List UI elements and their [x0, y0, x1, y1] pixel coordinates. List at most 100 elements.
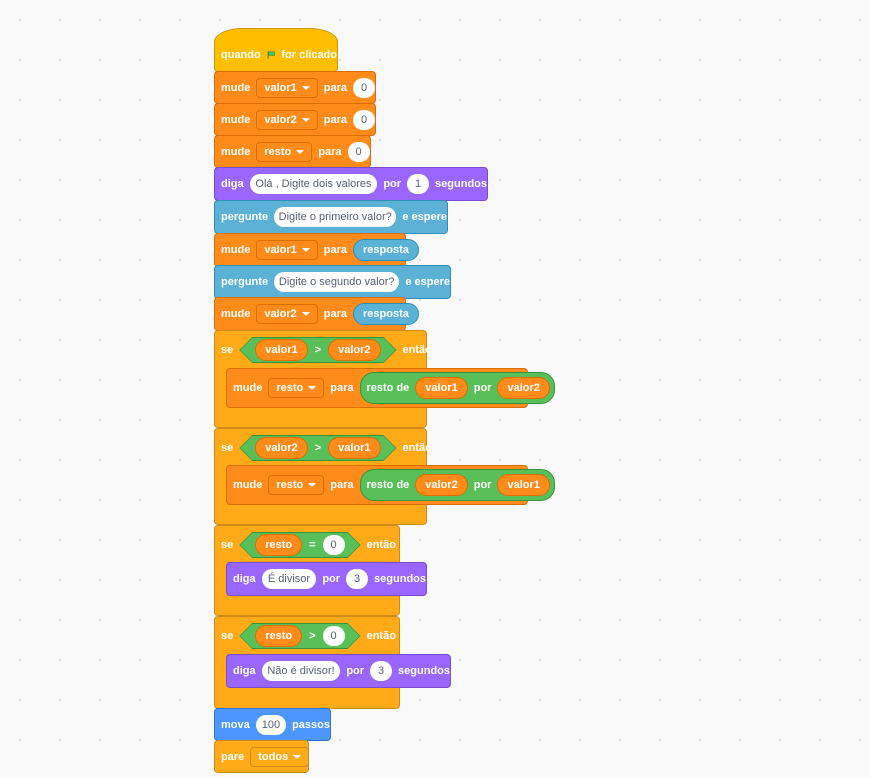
message-input[interactable]: Não é divisor! [261, 661, 341, 681]
variable-reporter[interactable]: valor1 [255, 339, 308, 361]
seconds-label: segundos [374, 573, 426, 585]
greater-than-operator[interactable]: resto > 0 [239, 623, 360, 649]
for-label: por [383, 178, 402, 190]
set-label: mude [233, 382, 263, 394]
then-label: então [402, 442, 432, 454]
set-variable-block[interactable]: mude resto para 0 [214, 135, 371, 168]
answer-reporter[interactable]: resposta [353, 303, 419, 325]
variable-reporter[interactable]: valor2 [328, 339, 381, 361]
if-label: se [221, 630, 234, 642]
move-label: mova [221, 718, 250, 731]
set-variable-block[interactable]: mude valor1 para 0 [214, 71, 376, 104]
variable-name: resto [264, 145, 292, 158]
to-label: para [323, 308, 348, 320]
clicked-label: for clicado [281, 49, 337, 61]
wait-label: e espere [402, 211, 447, 223]
mod-operator[interactable]: resto de valor1 por valor2 [359, 372, 555, 404]
variable-reporter[interactable]: resto [255, 534, 303, 556]
steps-label: passos [292, 718, 330, 731]
when-flag-clicked-block[interactable]: quando for clicado [214, 28, 338, 72]
steps-input[interactable]: 100 [255, 714, 287, 735]
ask-and-wait-block[interactable]: pergunte Digite o segundo valor? e esper… [214, 265, 451, 299]
answer-reporter[interactable]: resposta [353, 239, 419, 261]
question-input[interactable]: Digite o primeiro valor? [274, 207, 397, 227]
to-label: para [323, 113, 348, 126]
ask-and-wait-block[interactable]: pergunte Digite o primeiro valor? e espe… [214, 200, 448, 234]
stop-label: pare [221, 750, 245, 763]
seconds-label: segundos [398, 665, 450, 677]
by-label: por [473, 479, 492, 491]
variable-dropdown[interactable]: resto [256, 141, 313, 162]
if-label: se [221, 344, 234, 356]
dropdown-arrow-icon [301, 85, 310, 90]
variable-dropdown[interactable]: valor1 [256, 77, 318, 98]
to-label: para [323, 244, 348, 256]
for-label: por [346, 665, 365, 677]
set-variable-block[interactable]: mude valor2 para 0 [214, 103, 376, 136]
variable-reporter[interactable]: valor2 [415, 474, 468, 496]
wait-label: e espere [405, 276, 450, 288]
value-input[interactable]: 0 [347, 141, 370, 162]
variable-reporter[interactable]: resto [255, 625, 303, 647]
set-variable-block[interactable]: mude valor1 para resposta [214, 233, 419, 267]
value-input[interactable]: 0 [322, 535, 345, 555]
variable-reporter[interactable]: valor1 [328, 437, 381, 459]
set-variable-block[interactable]: mude resto para resto de valor2 por valo… [226, 465, 555, 505]
question-input[interactable]: Digite o segundo valor? [274, 272, 400, 292]
if-label: se [221, 539, 234, 551]
equals-operator[interactable]: resto = 0 [239, 532, 360, 558]
message-input[interactable]: Olá , Digite dois valores [249, 174, 378, 194]
variable-dropdown[interactable]: resto [268, 475, 325, 495]
mod-label: resto de [366, 382, 410, 394]
operator-symbol: > [314, 442, 322, 454]
mod-label: resto de [366, 479, 410, 491]
seconds-label: segundos [435, 178, 487, 190]
seconds-input[interactable]: 3 [370, 661, 393, 681]
dropdown-arrow-icon [293, 754, 302, 759]
greater-than-operator[interactable]: valor2 > valor1 [239, 435, 396, 461]
operator-symbol: = [309, 539, 316, 551]
variable-reporter[interactable]: valor1 [497, 474, 550, 496]
variable-dropdown[interactable]: valor2 [256, 304, 318, 324]
operator-symbol: > [314, 344, 322, 356]
message-input[interactable]: É divisor [261, 569, 317, 589]
set-label: mude [221, 308, 251, 320]
say-for-secs-block[interactable]: diga É divisor por 3 segundos [226, 562, 427, 596]
variable-name: valor2 [264, 113, 297, 126]
say-for-secs-block[interactable]: diga Não é divisor! por 3 segundos [226, 654, 451, 688]
set-variable-block[interactable]: mude resto para resto de valor1 por valo… [226, 368, 555, 408]
variable-dropdown[interactable]: valor1 [256, 240, 318, 260]
seconds-input[interactable]: 3 [346, 569, 369, 589]
when-label: quando [221, 49, 261, 61]
operator-symbol: > [309, 630, 316, 642]
say-for-secs-block[interactable]: diga Olá , Digite dois valores por 1 seg… [214, 167, 488, 201]
variable-name: valor1 [264, 81, 297, 94]
variable-dropdown[interactable]: resto [268, 378, 325, 398]
variable-name: valor2 [264, 308, 297, 320]
variable-reporter[interactable]: valor2 [497, 377, 550, 399]
dropdown-arrow-icon [296, 149, 305, 154]
then-label: então [366, 539, 396, 551]
variable-reporter[interactable]: valor1 [415, 377, 468, 399]
variable-name: resto [276, 479, 304, 491]
set-variable-block[interactable]: mude valor2 para resposta [214, 297, 419, 331]
dropdown-arrow-icon [308, 386, 317, 390]
move-steps-block[interactable]: mova 100 passos [214, 708, 331, 741]
seconds-input[interactable]: 1 [407, 174, 430, 194]
to-label: para [323, 81, 348, 94]
stop-block[interactable]: pare todos [214, 740, 310, 773]
greater-than-operator[interactable]: valor1 > valor2 [239, 337, 396, 363]
value-input[interactable]: 0 [322, 626, 345, 646]
variable-reporter[interactable]: valor2 [255, 437, 308, 459]
value-input[interactable]: 0 [353, 109, 376, 130]
variable-dropdown[interactable]: valor2 [256, 109, 318, 130]
say-label: diga [233, 573, 256, 585]
green-flag-icon [267, 51, 275, 59]
mod-operator[interactable]: resto de valor2 por valor1 [359, 469, 555, 501]
by-label: por [473, 382, 492, 394]
ask-label: pergunte [221, 276, 269, 288]
then-label: então [366, 630, 396, 642]
stop-option-dropdown[interactable]: todos [250, 746, 310, 767]
set-label: mude [221, 81, 251, 94]
value-input[interactable]: 0 [353, 77, 376, 98]
